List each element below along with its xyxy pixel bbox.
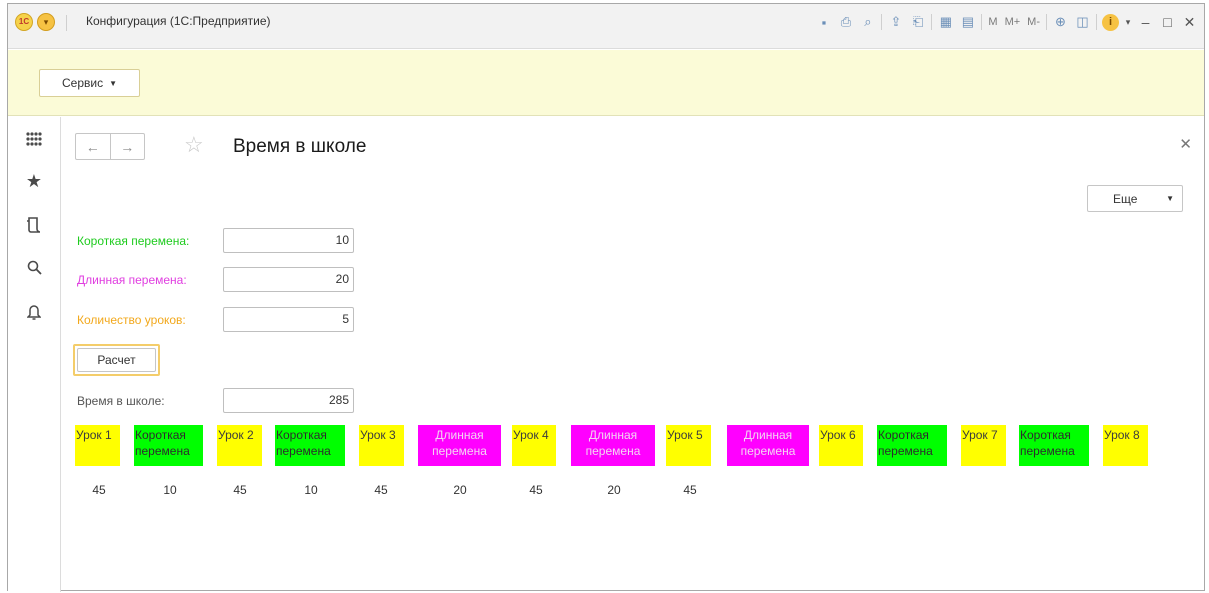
schedule-long-break: Длинная перемена xyxy=(418,425,501,466)
sections-sidebar: ★ xyxy=(8,117,61,592)
schedule-lesson: Урок 5 xyxy=(666,425,711,466)
notifications-bell-icon[interactable] xyxy=(22,300,46,324)
search-icon[interactable] xyxy=(22,255,46,279)
history-icon[interactable] xyxy=(22,213,46,237)
more-label: Еще xyxy=(1113,192,1138,206)
page-title: Время в школе xyxy=(233,136,367,157)
duration-value: 45 xyxy=(92,483,106,497)
duration-value: 45 xyxy=(374,483,388,497)
favorites-star-icon[interactable]: ★ xyxy=(22,169,46,193)
short-break-input[interactable]: 10 xyxy=(223,228,354,253)
1c-logo-icon: 1С xyxy=(15,13,33,31)
chevron-down-icon: ▼ xyxy=(1166,194,1174,203)
nav-buttons: ← → xyxy=(75,133,145,160)
minimize-button[interactable]: – xyxy=(1137,14,1154,31)
form-area: ← → ☆ Время в школе ✕ Еще ▼ Короткая пер… xyxy=(62,117,1204,590)
forward-arrow-icon[interactable]: → xyxy=(109,134,145,159)
print-icon[interactable]: ⎙ xyxy=(837,14,854,31)
memory-m-button[interactable]: M xyxy=(987,14,998,31)
schedule-lesson: Урок 6 xyxy=(819,425,863,466)
info-dropdown-icon[interactable]: ▾ xyxy=(1124,14,1132,31)
duration-value: 20 xyxy=(607,483,621,497)
zoom-icon[interactable]: ⊕ xyxy=(1052,14,1069,31)
schedule-lesson: Урок 3 xyxy=(359,425,404,466)
schedule-lesson: Урок 1 xyxy=(75,425,120,466)
save-icon[interactable]: ▪ xyxy=(815,14,832,31)
toolbar-separator xyxy=(1046,14,1047,30)
calendar-icon[interactable]: ▤ xyxy=(959,14,976,31)
window-title: Конфигурация (1С:Предприятие) xyxy=(86,14,271,28)
command-bar: Сервис ▼ xyxy=(8,50,1204,116)
apps-grid-icon[interactable] xyxy=(22,127,46,151)
toolbar-separator xyxy=(881,14,883,30)
export-icon[interactable]: ⇪ xyxy=(887,14,904,31)
toolbar-separator xyxy=(981,14,983,30)
print2-icon[interactable]: ⎗ xyxy=(909,14,926,31)
calculate-label: Расчет xyxy=(77,348,156,372)
calculate-button[interactable]: Расчет xyxy=(73,344,160,376)
lesson-count-input[interactable]: 5 xyxy=(223,307,354,332)
schedule-short-break: Короткая перемена xyxy=(1019,425,1089,466)
schedule-lesson: Урок 2 xyxy=(217,425,262,466)
favorite-star-icon[interactable]: ☆ xyxy=(184,133,204,157)
toolbar-separator xyxy=(931,14,933,30)
schedule-lesson: Урок 4 xyxy=(512,425,556,466)
calculator-icon[interactable]: ▦ xyxy=(937,14,954,31)
servis-label: Сервис xyxy=(61,76,104,90)
lesson-count-label: Количество уроков: xyxy=(77,313,186,327)
duration-value: 10 xyxy=(304,483,318,497)
duration-value: 20 xyxy=(453,483,467,497)
maximize-button[interactable]: □ xyxy=(1159,14,1176,31)
duration-value: 45 xyxy=(529,483,543,497)
schedule-short-break: Короткая перемена xyxy=(134,425,203,466)
title-separator xyxy=(66,15,67,31)
total-time-label: Время в школе: xyxy=(77,394,165,408)
schedule-long-break: Длинная перемена xyxy=(727,425,809,466)
total-time-input[interactable]: 285 xyxy=(223,388,354,413)
app-window: 1С ▾ Конфигурация (1С:Предприятие) ▪ ⎙ ⌕… xyxy=(7,3,1205,592)
schedule-short-break: Короткая перемена xyxy=(275,425,345,466)
duration-value: 45 xyxy=(233,483,247,497)
more-button[interactable]: Еще ▼ xyxy=(1087,185,1183,212)
title-bar: 1С ▾ Конфигурация (1С:Предприятие) ▪ ⎙ ⌕… xyxy=(8,4,1204,49)
duration-value: 10 xyxy=(163,483,177,497)
window-toolbar: ▪ ⎙ ⌕ ⇪ ⎗ ▦ ▤ M M+ M- ⊕ ◫ i ▾ – □ ✕ xyxy=(815,12,1198,32)
preview-icon[interactable]: ⌕ xyxy=(859,14,876,31)
long-break-input[interactable]: 20 xyxy=(223,267,354,292)
duration-value: 45 xyxy=(683,483,697,497)
schedule-short-break: Короткая перемена xyxy=(877,425,947,466)
memory-minus-button[interactable]: M- xyxy=(1026,14,1041,31)
info-icon[interactable]: i xyxy=(1102,13,1119,31)
toolbar-separator xyxy=(1096,14,1097,30)
main-menu-icon[interactable]: ▾ xyxy=(37,13,55,31)
schedule-long-break: Длинная перемена xyxy=(571,425,655,466)
long-break-label: Длинная перемена: xyxy=(77,273,187,287)
schedule-lesson: Урок 7 xyxy=(961,425,1006,466)
servis-menu-button[interactable]: Сервис ▼ xyxy=(39,69,140,97)
close-window-button[interactable]: ✕ xyxy=(1181,14,1198,31)
panels-icon[interactable]: ◫ xyxy=(1074,14,1091,31)
memory-plus-button[interactable]: M+ xyxy=(1004,14,1022,31)
back-arrow-icon[interactable]: ← xyxy=(76,134,110,159)
close-form-icon[interactable]: ✕ xyxy=(1179,135,1192,153)
schedule-lesson: Урок 8 xyxy=(1103,425,1148,466)
chevron-down-icon: ▼ xyxy=(109,78,117,88)
short-break-label: Короткая перемена: xyxy=(77,234,190,248)
